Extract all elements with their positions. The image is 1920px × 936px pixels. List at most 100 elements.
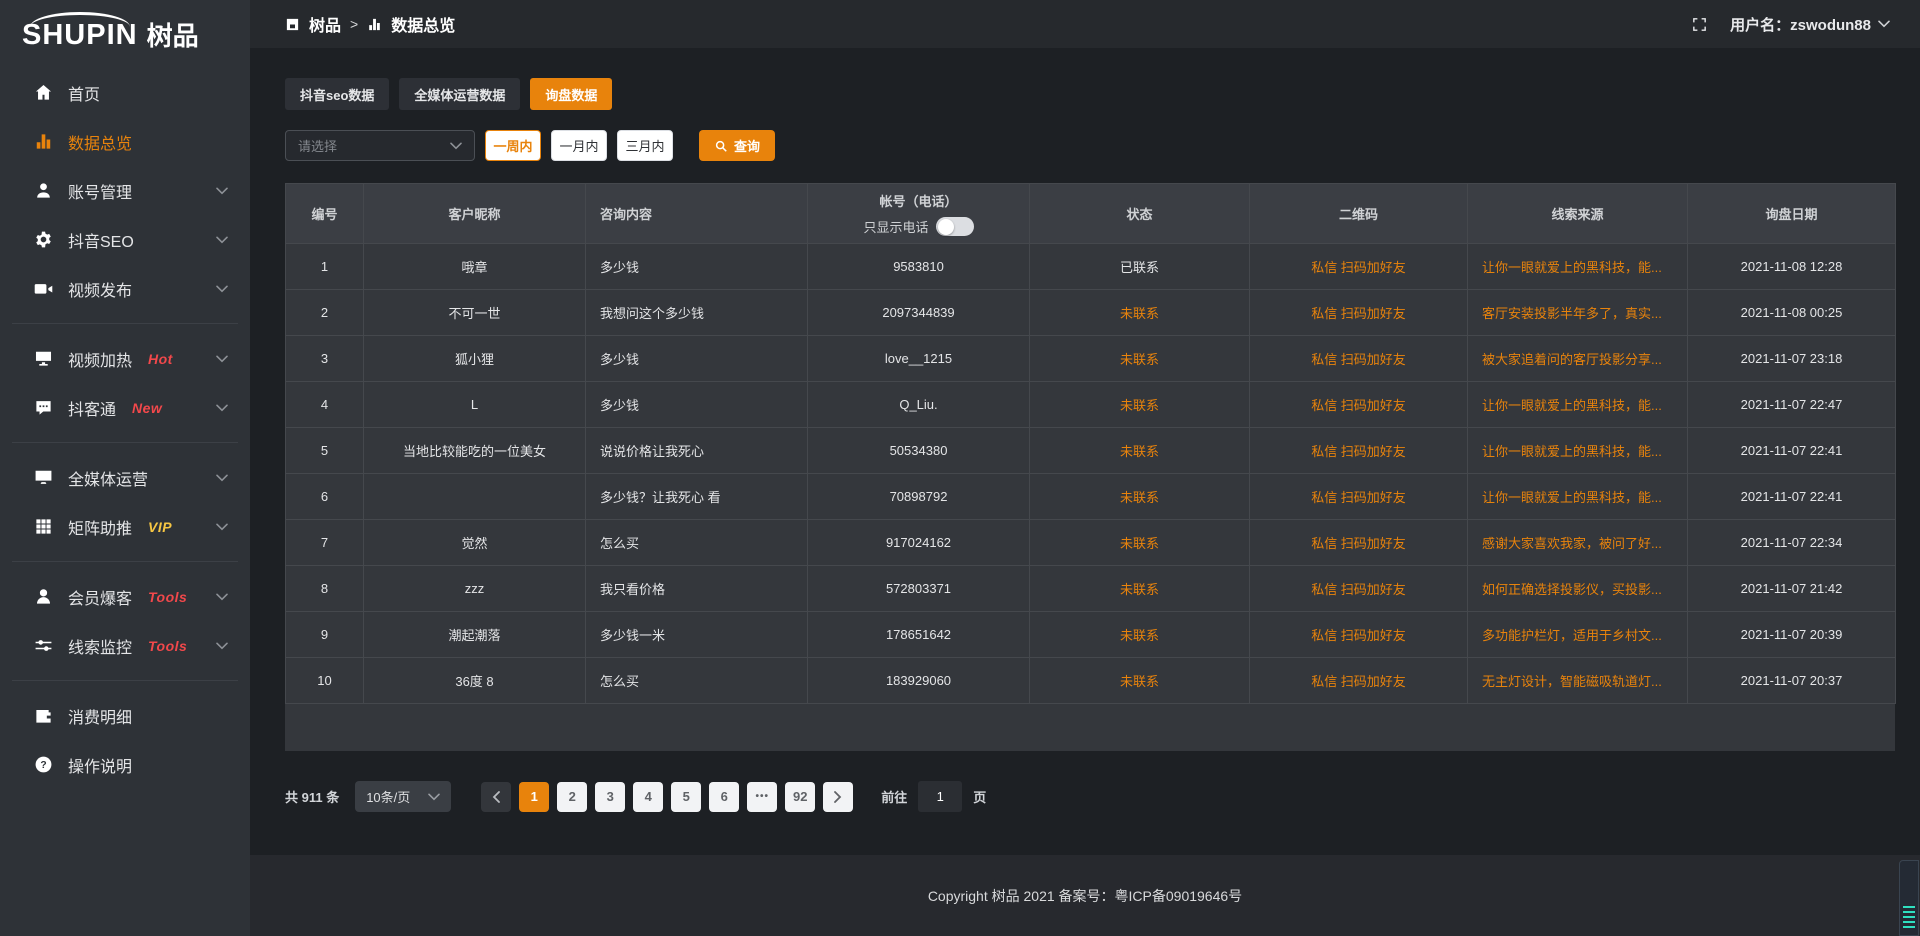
table-row: 6多少钱？让我死心 看70898792未联系私信 扫码加好友让你一眼就爱上的黑科… [286,474,1896,520]
cell-content: 多少钱？让我死心 看 [586,474,808,520]
cell-source[interactable]: 让你一眼就爱上的黑科技，能... [1468,428,1688,474]
sidebar-item-badge: New [132,400,162,416]
filter-select[interactable]: 请选择 [285,130,475,161]
page-button-92[interactable]: 92 [785,782,815,812]
cell-source[interactable]: 无主灯设计，智能磁吸轨道灯... [1468,658,1688,704]
column-header-4: 状态 [1030,184,1250,244]
fullscreen-icon[interactable] [1691,16,1708,33]
sidebar-item-label: 矩阵助推 [68,515,132,539]
cell-content: 多少钱 [586,336,808,382]
pagination: 共 911 条 10条/页 123456•••92 前往 页 [285,781,1895,812]
cell-account: 178651642 [808,612,1030,658]
cell-source[interactable]: 感谢大家喜欢我家，被问了好... [1468,520,1688,566]
app-square-icon [285,17,300,32]
page-size-select[interactable]: 10条/页 [355,781,451,812]
date-range-button-1[interactable]: 一月内 [551,130,607,161]
date-range-button-2[interactable]: 三月内 [617,130,673,161]
tab-inquiry-data[interactable]: 询盘数据 [530,78,612,110]
user-label: 用户名：zswodun88 [1730,14,1871,35]
cell-content: 说说价格让我死心 [586,428,808,474]
sidebar-item-label: 视频发布 [68,277,132,301]
cell-date: 2021-11-07 23:18 [1688,336,1896,382]
phone-only-label: 只显示电话 [863,217,928,236]
cell-content: 多少钱一米 [586,612,808,658]
page-button-5[interactable]: 5 [671,782,701,812]
cell-qr[interactable]: 私信 扫码加好友 [1250,290,1468,336]
page-button-6[interactable]: 6 [709,782,739,812]
next-page-button[interactable] [823,782,853,812]
chevron-down-icon [450,142,462,150]
cell-qr[interactable]: 私信 扫码加好友 [1250,566,1468,612]
svg-text:?: ? [40,760,46,771]
cell-source[interactable]: 被大家追着问的客厅投影分享... [1468,336,1688,382]
sidebar-item-member-baoke[interactable]: 会员爆客Tools [0,572,250,621]
cell-status: 未联系 [1030,336,1250,382]
cell-qr[interactable]: 私信 扫码加好友 [1250,474,1468,520]
main-content: 抖音seo数据全媒体运营数据询盘数据 请选择 一周内一月内三月内 查询 编号客户… [250,48,1920,936]
sidebar-item-matrix-boost[interactable]: 矩阵助推VIP [0,502,250,551]
sidebar-item-lead-monitor[interactable]: 线索监控Tools [0,621,250,670]
sidebar-item-video-publish[interactable]: 视频发布 [0,264,250,313]
sidebar-item-douyin-seo[interactable]: 抖音SEO [0,215,250,264]
breadcrumb-app[interactable]: 树品 [309,12,341,36]
cell-source[interactable]: 让你一眼就爱上的黑科技，能... [1468,474,1688,520]
cell-qr[interactable]: 私信 扫码加好友 [1250,428,1468,474]
cell-source[interactable]: 多功能护栏灯，适用于乡村文... [1468,612,1688,658]
sliders-icon [34,636,53,655]
cell-nickname: 哦章 [364,244,586,290]
date-range-button-0[interactable]: 一周内 [485,130,541,161]
search-button[interactable]: 查询 [699,130,775,161]
cell-qr[interactable]: 私信 扫码加好友 [1250,658,1468,704]
sidebar-item-data-overview[interactable]: 数据总览 [0,117,250,166]
goto-page-input[interactable] [918,781,962,812]
sidebar-item-home[interactable]: 首页 [0,68,250,117]
cell-qr[interactable]: 私信 扫码加好友 [1250,336,1468,382]
sidebar-item-douketong[interactable]: 抖客通New [0,383,250,432]
cell-source[interactable]: 让你一眼就爱上的黑科技，能... [1468,244,1688,290]
table-row: 3狐小狸多少钱love__1215未联系私信 扫码加好友被大家追着问的客厅投影分… [286,336,1896,382]
total-count: 共 911 条 [285,787,339,806]
cell-qr[interactable]: 私信 扫码加好友 [1250,612,1468,658]
cell-id: 7 [286,520,364,566]
cell-qr[interactable]: 私信 扫码加好友 [1250,382,1468,428]
grid-icon [34,517,53,536]
sidebar-item-badge: Hot [148,351,173,367]
sidebar-item-label: 会员爆客 [68,585,132,609]
cell-qr[interactable]: 私信 扫码加好友 [1250,244,1468,290]
gear-icon [34,230,53,249]
sidebar-divider [12,323,238,324]
page-button-2[interactable]: 2 [557,782,587,812]
cell-source[interactable]: 客厅安装投影半年多了，真实... [1468,290,1688,336]
cell-qr[interactable]: 私信 扫码加好友 [1250,520,1468,566]
question-icon: ? [34,755,53,774]
chevron-down-icon [216,474,228,482]
sidebar-item-consumption-detail[interactable]: 消费明细 [0,691,250,740]
sidebar-item-operation-guide[interactable]: ?操作说明 [0,740,250,789]
tab-omni-media-data[interactable]: 全媒体运营数据 [399,78,520,110]
chevron-down-icon [216,523,228,531]
user-menu[interactable]: 用户名：zswodun88 [1730,14,1890,35]
table-row: 7觉然怎么买917024162未联系私信 扫码加好友感谢大家喜欢我家，被问了好.… [286,520,1896,566]
prev-page-button[interactable] [481,782,511,812]
home-icon [34,83,53,102]
cell-source[interactable]: 让你一眼就爱上的黑科技，能... [1468,382,1688,428]
column-header-5: 二维码 [1250,184,1468,244]
sidebar-item-omni-media[interactable]: 全媒体运营 [0,453,250,502]
breadcrumb-separator: > [350,16,358,32]
tab-douyin-seo-data[interactable]: 抖音seo数据 [285,78,389,110]
breadcrumb: 树品 > 数据总览 [285,12,455,36]
cell-source[interactable]: 如何正确选择投影仪，买投影... [1468,566,1688,612]
cell-status: 已联系 [1030,244,1250,290]
page-button-4[interactable]: 4 [633,782,663,812]
table-row: 1036度 8怎么买183929060未联系私信 扫码加好友无主灯设计，智能磁吸… [286,658,1896,704]
page-button-1[interactable]: 1 [519,782,549,812]
floating-widget[interactable] [1899,860,1919,936]
sidebar-item-video-heat[interactable]: 视频加热Hot [0,334,250,383]
app-logo: SHUPIN 树品 [0,0,250,58]
chevron-down-icon [216,593,228,601]
phone-only-toggle[interactable] [936,217,974,236]
page-button-3[interactable]: 3 [595,782,625,812]
page-ellipsis-button[interactable]: ••• [747,782,777,812]
sidebar-item-account-management[interactable]: 账号管理 [0,166,250,215]
breadcrumb-page: 数据总览 [391,12,455,36]
